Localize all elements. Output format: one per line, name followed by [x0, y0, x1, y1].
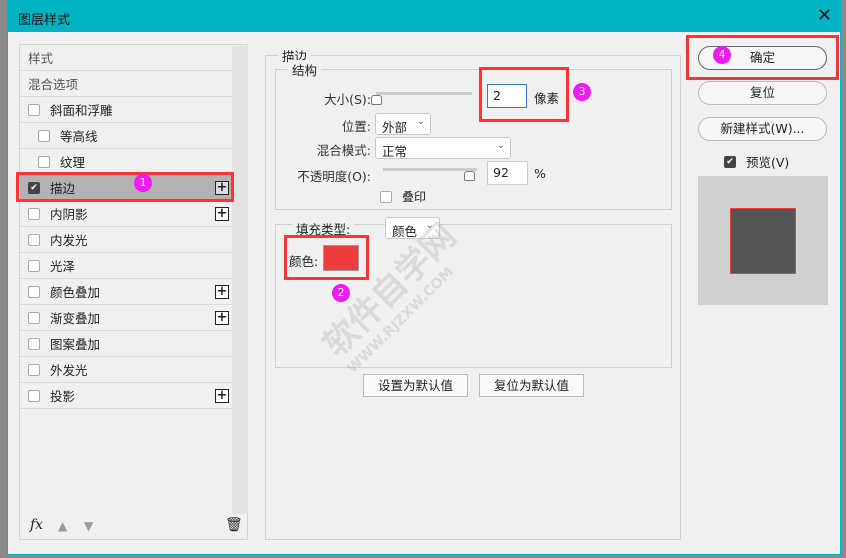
sidebar-item-label: 投影 [50, 389, 76, 404]
checkbox[interactable] [28, 233, 40, 246]
reset-button[interactable]: 复位 [698, 81, 827, 105]
close-icon[interactable]: ✕ [817, 5, 832, 26]
sidebar-item-label: 样式 [28, 51, 54, 66]
check-icon[interactable]: ✔ [724, 155, 736, 168]
annotation-badge-4: 4 [713, 46, 731, 64]
position-select[interactable]: 外部 ⌄ [375, 113, 431, 135]
sidebar-item-label: 外发光 [50, 363, 88, 378]
sidebar-item[interactable]: 混合选项 [20, 71, 232, 97]
chevron-down-icon: ⌄ [416, 116, 425, 127]
add-icon[interactable]: + [215, 181, 229, 195]
preview-label: 预览(V) [746, 155, 790, 170]
position-label: 位置: [341, 119, 371, 134]
sidebar-item[interactable]: 光泽 [20, 253, 232, 279]
sidebar-item-label: 纹理 [60, 155, 86, 170]
position-value: 外部 [382, 120, 408, 135]
checkbox[interactable] [28, 259, 40, 272]
checkbox[interactable]: ✔ [28, 181, 40, 194]
sidebar-item[interactable]: 内阴影 + [20, 201, 232, 227]
sidebar-item[interactable]: 纹理 [20, 149, 232, 175]
sidebar-item-label: 图案叠加 [50, 337, 101, 352]
overprint-label: 叠印 [402, 190, 427, 204]
size-unit: 像素 [534, 91, 560, 106]
sidebar-item[interactable]: 样式 [20, 45, 232, 71]
opacity-label: 不透明度(O): [297, 169, 371, 184]
opacity-slider-thumb[interactable] [464, 171, 476, 181]
structure-title: 结构 [288, 60, 322, 79]
sidebar-item[interactable]: ✔ 描边 + [20, 175, 232, 201]
opacity-input[interactable]: 92 [487, 161, 528, 185]
color-label: 颜色: [289, 254, 319, 269]
color-swatch[interactable] [323, 245, 359, 271]
blend-mode-value: 正常 [382, 144, 408, 159]
preview-area [698, 176, 828, 305]
new-style-button[interactable]: 新建样式(W)... [698, 117, 827, 141]
dialog-title: 图层样式 [18, 13, 71, 28]
sidebar-item[interactable]: 颜色叠加 + [20, 279, 232, 305]
preview-shape [730, 208, 796, 274]
sidebar-item-label: 渐变叠加 [50, 311, 101, 326]
add-icon[interactable]: + [215, 389, 229, 403]
style-list: fx ▲ ▼ 🗑 样式混合选项斜面和浮雕等高线纹理 ✔ 描边 + 内阴影 + 内发光光泽颜色… [19, 44, 248, 540]
stroke-group: 描边 结构 大小(S): 2 像素 位置: 外部 ⌄ 混合模式: 正常 ⌄ 不透明度… [265, 46, 681, 540]
sidebar-item[interactable]: 等高线 [20, 123, 232, 149]
annotation-badge-1: 1 [134, 174, 152, 192]
structure-group: 结构 大小(S): 2 像素 位置: 外部 ⌄ 混合模式: 正常 ⌄ 不透明度(O)… [275, 60, 672, 210]
sidebar-item-label: 混合选项 [28, 77, 79, 92]
sidebar-item-label: 斜面和浮雕 [50, 103, 113, 118]
sidebar-item[interactable]: 外发光 [20, 357, 232, 383]
checkbox[interactable] [28, 103, 40, 116]
checkbox[interactable] [28, 337, 40, 350]
sidebar-item[interactable]: 渐变叠加 + [20, 305, 232, 331]
scrollbar[interactable] [232, 46, 248, 514]
checkbox[interactable] [38, 155, 50, 168]
sidebar-item-label: 描边 [50, 181, 76, 196]
checkbox[interactable] [28, 363, 40, 376]
chevron-down-icon: ⌄ [496, 140, 505, 151]
preview-checkbox[interactable]: ✔ 预览(V) [724, 152, 789, 171]
checkbox[interactable] [28, 389, 40, 402]
sidebar-item-label: 内阴影 [50, 207, 88, 222]
size-label: 大小(S): [324, 92, 371, 107]
annotation-badge-2: 2 [332, 284, 350, 302]
checkbox[interactable] [28, 285, 40, 298]
set-default-button[interactable]: 设置为默认值 [363, 374, 468, 397]
fill-type-label: 填充类型: [292, 219, 355, 238]
add-icon[interactable]: + [215, 285, 229, 299]
checkbox[interactable] [38, 129, 50, 142]
size-slider-thumb[interactable] [371, 95, 382, 105]
blend-mode-select[interactable]: 正常 ⌄ [375, 137, 511, 159]
add-icon[interactable]: + [215, 311, 229, 325]
move-up-icon[interactable]: ▲ [58, 519, 67, 533]
sidebar-item-label: 等高线 [60, 129, 98, 144]
annotation-badge-3: 3 [573, 83, 591, 101]
checkbox[interactable] [380, 190, 392, 203]
layer-style-dialog: 图层样式 ✕ fx ▲ ▼ 🗑 样式混合选项斜面和浮雕等高线纹理 ✔ 描边 + 内阴影 +… [7, 0, 841, 555]
title-bar: 图层样式 ✕ [8, 1, 840, 32]
blend-mode-label: 混合模式: [316, 143, 371, 158]
sidebar-item[interactable]: 图案叠加 [20, 331, 232, 357]
fx-icon[interactable]: fx [30, 517, 43, 533]
opacity-unit: % [534, 166, 546, 181]
opacity-slider[interactable] [383, 168, 477, 171]
move-down-icon[interactable]: ▼ [84, 519, 93, 533]
overprint-checkbox[interactable]: 叠印 [380, 188, 426, 205]
checkbox[interactable] [28, 207, 40, 220]
size-slider[interactable] [376, 92, 472, 95]
checkbox[interactable] [28, 311, 40, 324]
sidebar-item[interactable]: 斜面和浮雕 [20, 97, 232, 123]
sidebar-item-label: 光泽 [50, 259, 76, 274]
add-icon[interactable]: + [215, 207, 229, 221]
sidebar-item[interactable]: 投影 + [20, 383, 232, 409]
sidebar-item[interactable]: 内发光 [20, 227, 232, 253]
size-input[interactable]: 2 [487, 84, 527, 108]
reset-default-button[interactable]: 复位为默认值 [479, 374, 584, 397]
trash-icon[interactable]: 🗑 [225, 517, 243, 533]
sidebar-item-label: 颜色叠加 [50, 285, 101, 300]
sidebar-item-label: 内发光 [50, 233, 88, 248]
